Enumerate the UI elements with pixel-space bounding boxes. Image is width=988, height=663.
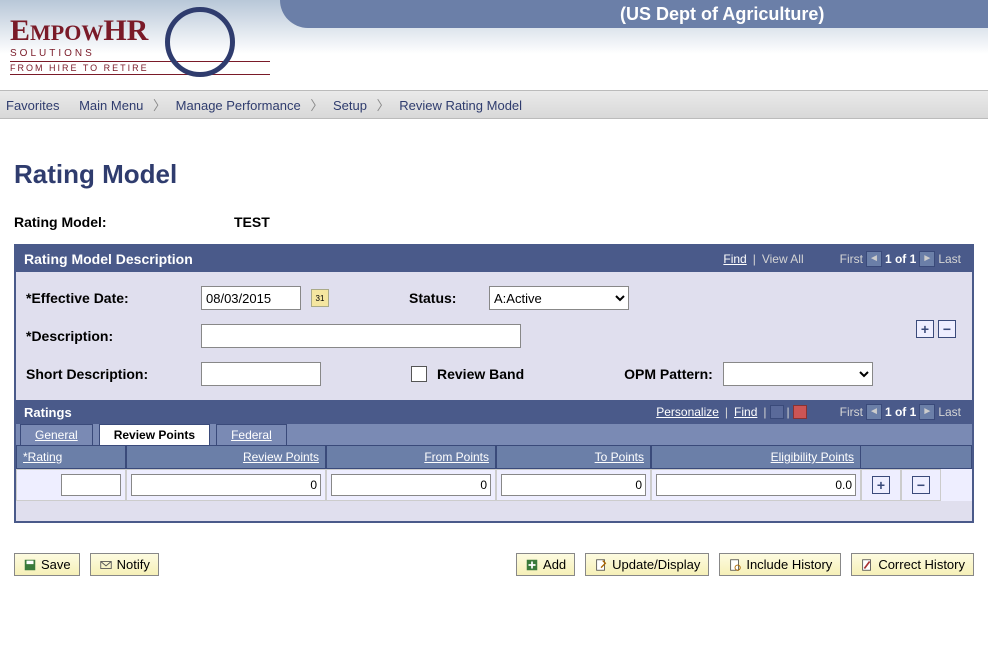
ratings-last[interactable]: Last bbox=[938, 405, 961, 419]
notify-icon bbox=[99, 558, 113, 572]
bc-favorites[interactable]: Favorites bbox=[6, 98, 59, 113]
delete-row-icon[interactable]: − bbox=[938, 320, 956, 338]
notify-label: Notify bbox=[117, 557, 150, 572]
include-history-button[interactable]: Include History bbox=[719, 553, 841, 576]
content: Rating Model Rating Model: TEST Rating M… bbox=[0, 119, 988, 596]
add-button[interactable]: Add bbox=[516, 553, 575, 576]
col-rating[interactable]: *Rating bbox=[16, 445, 126, 469]
tabs: General Review Points Federal bbox=[16, 424, 972, 445]
ratings-find-link[interactable]: Find bbox=[734, 405, 757, 419]
bc-manage-performance[interactable]: Manage Performance bbox=[176, 98, 301, 113]
ratings-prev-icon[interactable]: ◄ bbox=[866, 404, 882, 420]
update-icon bbox=[594, 558, 608, 572]
desc-section-header: Rating Model Description Find | View All… bbox=[16, 246, 972, 272]
col-from-points[interactable]: From Points bbox=[326, 445, 496, 469]
save-icon bbox=[23, 558, 37, 572]
bc-review-rating-model[interactable]: Review Rating Model bbox=[399, 98, 522, 113]
save-label: Save bbox=[41, 557, 71, 572]
short-desc-label: Short Description: bbox=[26, 366, 191, 382]
ratings-header: Ratings Personalize | Find | | First ◄ 1… bbox=[16, 400, 972, 424]
include-label: Include History bbox=[746, 557, 832, 572]
rating-model-value: TEST bbox=[234, 214, 270, 230]
include-history-icon bbox=[728, 558, 742, 572]
rating-input[interactable] bbox=[61, 474, 121, 496]
tab-federal[interactable]: Federal bbox=[216, 424, 287, 445]
opm-select[interactable] bbox=[723, 362, 873, 386]
status-select[interactable]: A:Active bbox=[489, 286, 629, 310]
next-icon[interactable]: ► bbox=[919, 251, 935, 267]
correct-history-button[interactable]: Correct History bbox=[851, 553, 974, 576]
logo: EMPOWHR SOLUTIONS FROM HIRE TO RETIRE bbox=[10, 2, 270, 87]
col-to-points[interactable]: To Points bbox=[496, 445, 651, 469]
zoom-icon[interactable] bbox=[770, 405, 784, 419]
correct-label: Correct History bbox=[878, 557, 965, 572]
view-all-link[interactable]: View All bbox=[762, 252, 804, 266]
logo-sub2: FROM HIRE TO RETIRE bbox=[10, 61, 270, 75]
download-icon[interactable] bbox=[793, 405, 807, 419]
desc-label: *Description: bbox=[26, 328, 191, 344]
review-band-label: Review Band bbox=[437, 366, 524, 382]
pipe: | bbox=[753, 252, 756, 266]
calendar-icon[interactable]: 31 bbox=[311, 289, 329, 307]
notify-button[interactable]: Notify bbox=[90, 553, 159, 576]
col-review-points[interactable]: Review Points bbox=[126, 445, 326, 469]
logo-ring-icon bbox=[165, 7, 235, 77]
chevron-icon: 〉 bbox=[377, 98, 390, 113]
grid-delete-row-icon[interactable]: − bbox=[912, 476, 930, 494]
chevron-icon: 〉 bbox=[310, 98, 323, 113]
grid-row: + − bbox=[16, 469, 972, 501]
desc-row: *Description: bbox=[26, 324, 962, 348]
to-points-input[interactable] bbox=[501, 474, 646, 496]
find-link[interactable]: Find bbox=[723, 252, 746, 266]
eff-date-input[interactable] bbox=[201, 286, 301, 310]
tab-review-points[interactable]: Review Points bbox=[99, 424, 210, 445]
personalize-link[interactable]: Personalize bbox=[656, 405, 719, 419]
update-display-button[interactable]: Update/Display bbox=[585, 553, 709, 576]
add-row-icon[interactable]: + bbox=[916, 320, 934, 338]
grid-add-row-icon[interactable]: + bbox=[872, 476, 890, 494]
first-label[interactable]: First bbox=[840, 252, 863, 266]
bc-main-menu[interactable]: Main Menu bbox=[79, 98, 143, 113]
org-title: (US Dept of Agriculture) bbox=[620, 4, 824, 25]
desc-section: Rating Model Description Find | View All… bbox=[14, 244, 974, 523]
row-controls: + − bbox=[916, 320, 956, 338]
desc-section-title: Rating Model Description bbox=[24, 251, 720, 267]
desc-section-body: + − *Effective Date: 31 Status: A:Active… bbox=[16, 272, 972, 521]
page-title: Rating Model bbox=[14, 159, 974, 190]
save-button[interactable]: Save bbox=[14, 553, 80, 576]
status-label: Status: bbox=[409, 290, 479, 306]
col-eligibility-points[interactable]: Eligibility Points bbox=[651, 445, 861, 469]
desc-input[interactable] bbox=[201, 324, 521, 348]
last-label[interactable]: Last bbox=[938, 252, 961, 266]
grid-header: *Rating Review Points From Points To Poi… bbox=[16, 445, 972, 469]
eff-date-label: *Effective Date: bbox=[26, 290, 191, 306]
review-band-checkbox[interactable] bbox=[411, 366, 427, 382]
prev-icon[interactable]: ◄ bbox=[866, 251, 882, 267]
opm-label: OPM Pattern: bbox=[624, 366, 713, 382]
ratings-next-icon[interactable]: ► bbox=[919, 404, 935, 420]
eff-date-row: *Effective Date: 31 Status: A:Active bbox=[26, 286, 962, 310]
ratings-first[interactable]: First bbox=[840, 405, 863, 419]
banner: (US Dept of Agriculture) EMPOWHR SOLUTIO… bbox=[0, 0, 988, 90]
correct-history-icon bbox=[860, 558, 874, 572]
counter: 1 of 1 bbox=[885, 252, 916, 266]
tab-general[interactable]: General bbox=[20, 424, 93, 445]
add-label: Add bbox=[543, 557, 566, 572]
chevron-icon: 〉 bbox=[153, 98, 166, 113]
bc-setup[interactable]: Setup bbox=[333, 98, 367, 113]
breadcrumb: Favorites Main Menu 〉 Manage Performance… bbox=[0, 90, 988, 119]
add-icon bbox=[525, 558, 539, 572]
rating-model-row: Rating Model: TEST bbox=[14, 214, 974, 230]
short-desc-input[interactable] bbox=[201, 362, 321, 386]
eligibility-points-input[interactable] bbox=[656, 474, 856, 496]
review-points-input[interactable] bbox=[131, 474, 321, 496]
ratings-title: Ratings bbox=[24, 405, 653, 420]
action-bar: Save Notify Add Update/Display Include H… bbox=[14, 553, 974, 576]
ratings-counter: 1 of 1 bbox=[885, 405, 916, 419]
update-label: Update/Display bbox=[612, 557, 700, 572]
rating-model-label: Rating Model: bbox=[14, 214, 194, 230]
from-points-input[interactable] bbox=[331, 474, 491, 496]
short-desc-row: Short Description: Review Band OPM Patte… bbox=[26, 362, 962, 386]
